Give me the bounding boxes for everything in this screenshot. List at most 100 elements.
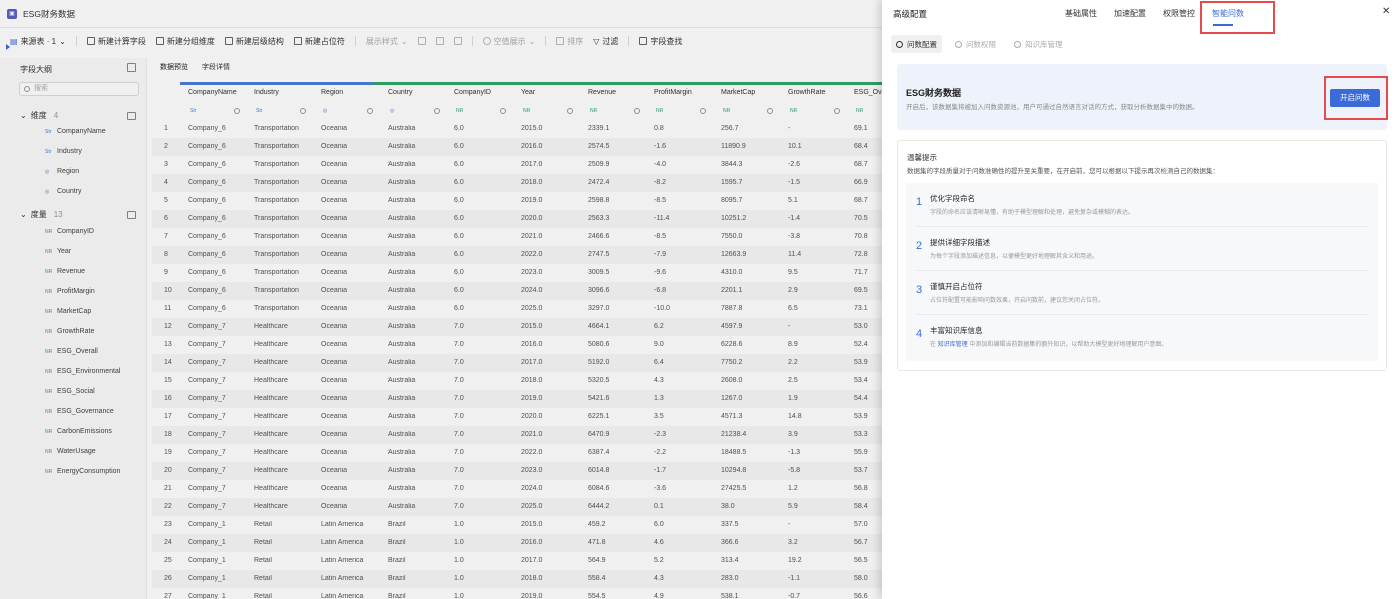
measure-field-item[interactable]: NR GrowthRate [45,328,94,335]
tab-permissions[interactable]: 权限管控 [1163,8,1195,19]
measure-field-item[interactable]: NR ESG_Governance [45,408,114,415]
tab-field-details[interactable]: 字段详情 [202,62,230,72]
column-header[interactable]: CompanyName [188,89,237,96]
new-calc-field-button[interactable]: 新建计算字段 [86,36,146,47]
measure-field-item[interactable]: NR WaterUsage [45,448,96,455]
table-row[interactable]: 7 Company_6 Transportation Oceania Australia… [152,228,882,246]
column-settings-icon[interactable] [567,108,573,114]
subtab-query-permission[interactable]: 问数权限 [950,35,1001,53]
dimension-field-item[interactable]: Str Industry [45,148,82,155]
measure-field-item[interactable]: NR ESG_Environmental [45,368,120,375]
table-row[interactable]: 24 Company_1 Retail Latin America Brazil 1.0 2… [152,534,882,552]
column-settings-icon[interactable] [300,108,306,114]
subtab-knowledge-base[interactable]: 知识库管理 [1009,35,1068,53]
table-row[interactable]: 3 Company_6 Transportation Oceania Australia… [152,156,882,174]
tab-basic-properties[interactable]: 基础属性 [1065,8,1097,19]
column-header[interactable]: ESG_Ov [854,89,882,96]
table-row[interactable]: 17 Company_7 Healthcare Oceania Australia 7.0… [152,408,882,426]
column-header[interactable]: Year [521,89,535,96]
column-settings-icon[interactable] [700,108,706,114]
table-row[interactable]: 10 Company_6 Transportation Oceania Australi… [152,282,882,300]
display-style-button[interactable]: 展示样式 ⌄ [366,36,408,47]
table-row[interactable]: 2 Company_6 Transportation Oceania Australia… [152,138,882,156]
table-row[interactable]: 16 Company_7 Healthcare Oceania Australia 7.0… [152,390,882,408]
table-row[interactable]: 20 Company_7 Healthcare Oceania Australia 7.0… [152,462,882,480]
measure-field-item[interactable]: NR ESG_Social [45,388,95,395]
table-row[interactable]: 23 Company_1 Retail Latin America Brazil 1.0 2… [152,516,882,534]
table-row[interactable]: 11 Company_6 Transportation Oceania Australi… [152,300,882,318]
table-row[interactable]: 4 Company_6 Transportation Oceania Australia… [152,174,882,192]
outline-search-input[interactable]: 搜索 [19,82,139,96]
dimension-field-item[interactable]: ◎ Region [45,168,79,175]
column-settings-icon[interactable] [767,108,773,114]
table-row[interactable]: 19 Company_7 Healthcare Oceania Australia 7.0… [152,444,882,462]
column-header[interactable]: Revenue [588,89,616,96]
table-cell: -2.3 [654,431,667,438]
new-placeholder-button[interactable]: 新建占位符 [293,36,345,47]
column-header[interactable]: CompanyID [454,89,491,96]
table-cell: 366.6 [721,539,739,546]
column-settings-icon[interactable] [834,108,840,114]
decimal-icon-button[interactable] [435,37,444,45]
close-icon[interactable]: ✕ [1382,6,1390,17]
table-row[interactable]: 13 Company_7 Healthcare Oceania Australia 7.0… [152,336,882,354]
table-row[interactable]: 21 Company_7 Healthcare Oceania Australia 7.0… [152,480,882,498]
sort-button[interactable]: 排序 [556,36,583,47]
column-settings-icon[interactable] [367,108,373,114]
percent-icon-button[interactable] [453,37,462,45]
null-display-button[interactable]: 空值展示 ⌄ [482,36,535,47]
measure-field-item[interactable]: NR ESG_Overall [45,348,98,355]
column-settings-icon[interactable] [434,108,440,114]
table-row[interactable]: 15 Company_7 Healthcare Oceania Australia 7.0… [152,372,882,390]
table-row[interactable]: 18 Company_7 Healthcare Oceania Australia 7.0… [152,426,882,444]
measure-field-item[interactable]: NR EnergyConsumption [45,468,120,475]
table-row[interactable]: 5 Company_6 Transportation Oceania Australia… [152,192,882,210]
tab-data-preview[interactable]: 数据预览 [160,62,188,72]
table-cell: -3.6 [654,485,667,492]
knowledge-base-link[interactable]: 知识库管理 [938,342,968,348]
table-cell: 6225.1 [588,413,610,420]
column-header[interactable]: Industry [254,89,279,96]
source-table-select[interactable]: ▤ 来源表 · 1 ⌄ [10,36,66,47]
measure-field-item[interactable]: NR MarketCap [45,308,91,315]
column-header[interactable]: Region [321,89,343,96]
table-row[interactable]: 6 Company_6 Transportation Oceania Australia… [152,210,882,228]
measure-field-item[interactable]: NR Year [45,248,71,255]
column-settings-icon[interactable] [634,108,640,114]
subtab-query-config[interactable]: 问数配置 [891,35,942,53]
add-measure-icon[interactable] [127,211,136,219]
table-row[interactable]: 14 Company_7 Healthcare Oceania Australia 7.0… [152,354,882,372]
table-row[interactable]: 22 Company_7 Healthcare Oceania Australia 7.0… [152,498,882,516]
column-settings-icon[interactable] [234,108,240,114]
measure-field-item[interactable]: NR ProfitMargin [45,288,95,295]
measure-field-item[interactable]: NR CompanyID [45,228,94,235]
dimension-field-item[interactable]: Str CompanyName [45,128,106,135]
table-row[interactable]: 8 Company_6 Transportation Oceania Australia… [152,246,882,264]
dimension-field-item[interactable]: ◎ Country [45,188,82,195]
new-group-dimension-button[interactable]: 新建分组维度 [155,36,215,47]
outline-settings-icon[interactable] [127,63,136,72]
table-row[interactable]: 1 Company_6 Transportation Oceania Australia… [152,120,882,138]
filter-button[interactable]: ▽ 过滤 [593,36,618,47]
column-header[interactable]: ProfitMargin [654,89,692,96]
format-icon-button[interactable] [417,37,426,45]
column-header[interactable]: GrowthRate [788,89,825,96]
column-header[interactable]: MarketCap [721,89,755,96]
dimension-group[interactable]: ⌄ 维度 4 [20,110,58,121]
measure-field-item[interactable]: NR CarbonEmissions [45,428,112,435]
table-row[interactable]: 25 Company_1 Retail Latin America Brazil 1.0 2… [152,552,882,570]
table-row[interactable]: 12 Company_7 Healthcare Oceania Australia 7.0… [152,318,882,336]
measure-field-item[interactable]: NR Revenue [45,268,85,275]
table-row[interactable]: 27 Company_1 Retail Latin America Brazil 1.0 2… [152,588,882,599]
find-field-button[interactable]: 字段查找 [639,36,682,47]
column-settings-icon[interactable] [500,108,506,114]
table-row[interactable]: 26 Company_1 Retail Latin America Brazil 1.0 2… [152,570,882,588]
table-cell: Australia [388,215,416,222]
column-header[interactable]: Country [388,89,413,96]
add-dimension-icon[interactable] [127,112,136,120]
table-cell: Oceania [321,143,348,150]
measure-group[interactable]: ⌄ 度量 13 [20,209,63,220]
new-hierarchy-button[interactable]: 新建层级结构 [224,36,284,47]
tab-acceleration[interactable]: 加速配置 [1114,8,1146,19]
table-row[interactable]: 9 Company_6 Transportation Oceania Australia… [152,264,882,282]
